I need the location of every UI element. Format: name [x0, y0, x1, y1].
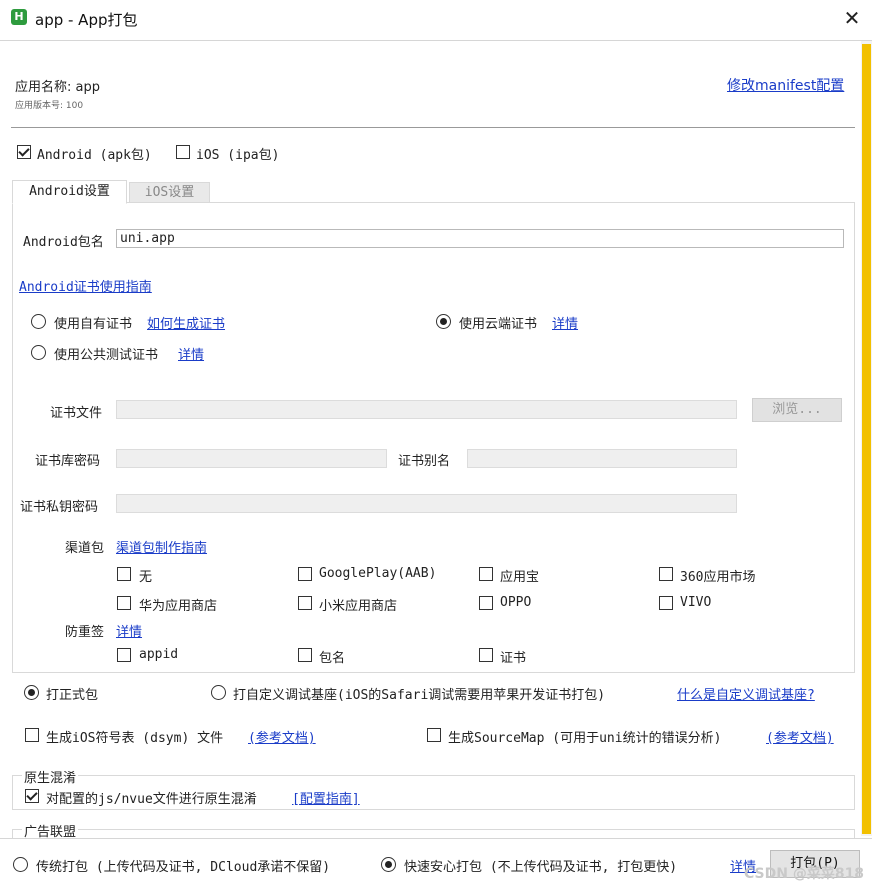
- key-password-label: 证书私钥密码: [20, 500, 99, 515]
- cloud-cert-label: 使用云端证书: [459, 317, 538, 332]
- tab-android-settings[interactable]: Android设置: [12, 180, 127, 204]
- custom-base-help-link[interactable]: 什么是自定义调试基座?: [677, 684, 815, 703]
- close-icon[interactable]: ✕: [838, 4, 866, 32]
- keystore-password-input[interactable]: [116, 449, 387, 468]
- anti-resign-checkbox-package[interactable]: [298, 648, 312, 662]
- browse-button[interactable]: 浏览...: [752, 398, 842, 422]
- cert-file-input[interactable]: [116, 400, 737, 419]
- channel-checkbox-360[interactable]: [659, 567, 673, 581]
- obfuscation-label: 对配置的js/nvue文件进行原生混淆: [46, 792, 257, 807]
- dsym-docs-link[interactable]: (参考文档): [248, 727, 316, 746]
- watermark: CSDN @菜菜818: [744, 866, 865, 882]
- channel-label-googleplay: GooglePlay(AAB): [319, 566, 437, 581]
- public-cert-label: 使用公共测试证书: [54, 348, 159, 363]
- channel-label-360: 360应用市场: [680, 570, 756, 585]
- sourcemap-docs-link[interactable]: (参考文档): [766, 727, 834, 746]
- keystore-password-label: 证书库密码: [35, 454, 101, 469]
- cloud-cert-radio[interactable]: [436, 314, 451, 329]
- channel-label-vivo: VIVO: [680, 595, 712, 610]
- channel-checkbox-huawei[interactable]: [117, 596, 131, 610]
- channel-label: 渠道包: [65, 541, 105, 556]
- public-cert-details-link[interactable]: 详情: [178, 344, 204, 363]
- scrollbar-thumb[interactable]: [862, 44, 871, 834]
- channel-checkbox-oppo[interactable]: [479, 596, 493, 610]
- anti-resign-checkbox-appid[interactable]: [117, 648, 131, 662]
- key-password-input[interactable]: [116, 494, 737, 513]
- release-build-radio[interactable]: [24, 685, 39, 700]
- android-checkbox[interactable]: [17, 145, 31, 159]
- cert-alias-input[interactable]: [467, 449, 737, 468]
- obfuscation-guide-link[interactable]: [配置指南]: [292, 788, 360, 807]
- anti-resign-label: 防重签: [65, 625, 105, 640]
- obfuscation-checkbox[interactable]: [25, 789, 39, 803]
- dsym-checkbox[interactable]: [25, 728, 39, 742]
- custom-base-radio[interactable]: [211, 685, 226, 700]
- package-name-label: Android包名: [23, 235, 104, 250]
- obfuscation-title: 原生混淆: [22, 767, 79, 786]
- public-cert-radio[interactable]: [31, 345, 46, 360]
- channel-label-yingyongbao: 应用宝: [500, 570, 540, 585]
- android-cert-guide-link[interactable]: Android证书使用指南: [19, 276, 152, 295]
- divider: [11, 127, 855, 128]
- anti-resign-label-appid: appid: [139, 647, 179, 662]
- title-bar: H app - App打包 ✕: [0, 0, 872, 41]
- channel-label-xiaomi: 小米应用商店: [319, 599, 398, 614]
- cert-alias-label: 证书别名: [398, 454, 451, 469]
- own-cert-radio[interactable]: [31, 314, 46, 329]
- sourcemap-label: 生成SourceMap (可用于uni统计的错误分析): [448, 731, 722, 746]
- ios-checkbox[interactable]: [176, 145, 190, 159]
- modify-manifest-link[interactable]: 修改manifest配置: [727, 75, 844, 95]
- channel-checkbox-yingyongbao[interactable]: [479, 567, 493, 581]
- fast-pack-label: 快速安心打包 (不上传代码及证书, 打包更快): [404, 860, 678, 875]
- anti-resign-label-package: 包名: [319, 651, 346, 666]
- ios-label: iOS (ipa包): [196, 148, 280, 163]
- channel-checkbox-vivo[interactable]: [659, 596, 673, 610]
- channel-label-huawei: 华为应用商店: [139, 599, 218, 614]
- dsym-label: 生成iOS符号表 (dsym) 文件: [46, 731, 224, 746]
- channel-checkbox-none[interactable]: [117, 567, 131, 581]
- anti-resign-details-link[interactable]: 详情: [116, 621, 142, 640]
- custom-base-label: 打自定义调试基座(iOS的Safari调试需要用苹果开发证书打包): [233, 688, 606, 703]
- window-title: app - App打包: [35, 11, 138, 29]
- traditional-pack-radio[interactable]: [13, 857, 28, 872]
- how-to-generate-cert-link[interactable]: 如何生成证书: [147, 313, 225, 332]
- anti-resign-label-cert: 证书: [500, 651, 527, 666]
- cert-file-label: 证书文件: [50, 406, 103, 421]
- cloud-cert-details-link[interactable]: 详情: [552, 313, 578, 332]
- app-version: 应用版本号: 100: [15, 101, 84, 111]
- traditional-pack-label: 传统打包 (上传代码及证书, DCloud承诺不保留): [36, 860, 331, 875]
- tab-ios-settings[interactable]: iOS设置: [129, 182, 210, 203]
- hbuilder-app-icon: H: [11, 9, 27, 25]
- app-name: 应用名称: app: [15, 80, 100, 95]
- channel-checkbox-googleplay[interactable]: [298, 567, 312, 581]
- anti-resign-checkbox-cert[interactable]: [479, 648, 493, 662]
- package-name-input[interactable]: uni.app: [116, 229, 844, 248]
- channel-checkbox-xiaomi[interactable]: [298, 596, 312, 610]
- channel-label-none: 无: [139, 570, 153, 585]
- android-label: Android (apk包): [37, 148, 152, 163]
- channel-guide-link[interactable]: 渠道包制作指南: [116, 537, 207, 556]
- own-cert-label: 使用自有证书: [54, 317, 133, 332]
- fast-pack-radio[interactable]: [381, 857, 396, 872]
- channel-label-oppo: OPPO: [500, 595, 532, 610]
- sourcemap-checkbox[interactable]: [427, 728, 441, 742]
- release-build-label: 打正式包: [46, 688, 99, 703]
